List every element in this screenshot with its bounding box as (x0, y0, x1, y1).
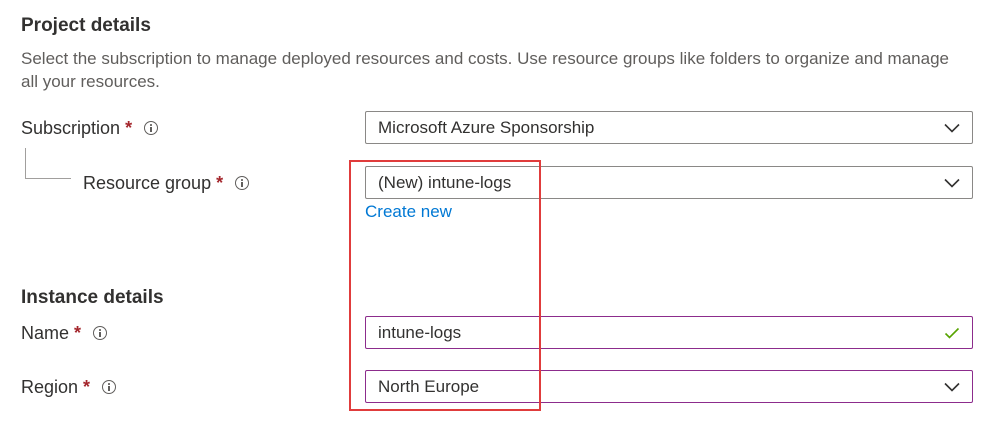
highlight-box (349, 160, 541, 411)
subscription-value: Microsoft Azure Sponsorship (378, 117, 595, 137)
required-asterisk: * (83, 376, 91, 397)
subscription-label-row: Subscription * (21, 116, 159, 140)
resource-group-label-row: Resource group * (83, 171, 250, 195)
info-icon[interactable] (144, 121, 159, 135)
chevron-down-icon (944, 178, 960, 188)
project-details-heading: Project details (21, 15, 151, 36)
chevron-down-icon (944, 382, 960, 392)
name-label-row: Name * (21, 321, 108, 345)
subscription-label: Subscription (21, 117, 121, 138)
chevron-down-icon (944, 123, 960, 133)
region-label-row: Region * (21, 375, 117, 399)
subscription-dropdown[interactable]: Microsoft Azure Sponsorship (365, 111, 973, 144)
required-asterisk: * (216, 172, 224, 193)
project-details-description: Select the subscription to manage deploy… (21, 49, 949, 91)
info-icon[interactable] (93, 326, 108, 340)
checkmark-icon (944, 327, 960, 339)
instance-details-heading: Instance details (21, 287, 164, 308)
info-icon[interactable] (235, 176, 250, 190)
resource-group-label: Resource group (83, 172, 212, 193)
required-asterisk: * (125, 117, 133, 138)
tree-connector-horizontal (25, 178, 71, 179)
name-label: Name (21, 322, 70, 343)
required-asterisk: * (74, 322, 82, 343)
region-label: Region (21, 376, 79, 397)
tree-connector-vertical (25, 148, 26, 178)
info-icon[interactable] (102, 380, 117, 394)
